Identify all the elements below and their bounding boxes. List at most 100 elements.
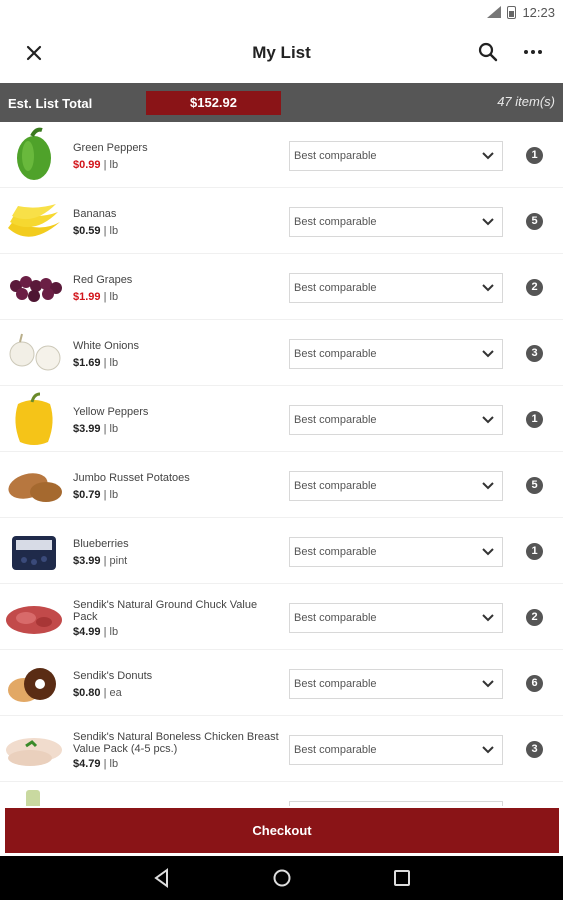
- item-count: 47 item(s): [497, 94, 555, 109]
- chevron-down-icon: [482, 350, 494, 358]
- quantity-badge[interactable]: 3: [526, 345, 543, 362]
- product-name[interactable]: Bananas: [73, 208, 283, 220]
- product-name[interactable]: Sendik's Natural Boneless Chicken Breast…: [73, 731, 283, 755]
- price-unit: | lb: [103, 159, 119, 171]
- product-name[interactable]: Blueberries: [73, 538, 283, 550]
- substitution-select[interactable]: Best comparable: [289, 339, 503, 369]
- substitution-select[interactable]: Best comparable: [289, 537, 503, 567]
- substitution-select[interactable]: Best comparable: [289, 273, 503, 303]
- price-unit: | lb: [103, 225, 119, 237]
- quantity-badge[interactable]: 6: [526, 675, 543, 692]
- price-unit: | lb: [103, 758, 119, 770]
- quantity-badge[interactable]: 1: [526, 147, 543, 164]
- substitution-select[interactable]: Best comparable: [289, 735, 503, 765]
- substitution-select[interactable]: Best comparable: [289, 603, 503, 633]
- list-item[interactable]: Yellow Peppers $3.99 | lb Best comparable 1: [0, 386, 563, 452]
- product-price: $3.99 | lb: [73, 423, 118, 435]
- product-price: $0.80 | ea: [73, 687, 122, 699]
- price-value: $1.69: [73, 357, 101, 369]
- substitution-value: Best comparable: [294, 216, 377, 228]
- list-item[interactable]: Green Peppers $0.99 | lb Best comparable 1: [0, 122, 563, 188]
- substitution-select[interactable]: Best comparable: [289, 141, 503, 171]
- product-image: [8, 473, 62, 502]
- list-item[interactable]: White Onions $1.69 | lb Best comparable 3: [0, 320, 563, 386]
- list-item[interactable]: Red Grapes $1.99 | lb Best comparable 2: [0, 254, 563, 320]
- substitution-value: Best comparable: [294, 480, 377, 492]
- product-image: [6, 606, 62, 634]
- substitution-value: Best comparable: [294, 150, 377, 162]
- quantity-badge[interactable]: 1: [526, 543, 543, 560]
- price-unit: | pint: [103, 555, 128, 567]
- app-bar: My List: [0, 24, 563, 82]
- price-value: $1.99: [73, 291, 101, 303]
- product-price: $4.99 | lb: [73, 626, 118, 638]
- quantity-badge[interactable]: 2: [526, 279, 543, 296]
- product-image: [6, 738, 62, 766]
- substitution-value: Best comparable: [294, 282, 377, 294]
- substitution-select[interactable]: Best comparable: [289, 669, 503, 699]
- substitution-select[interactable]: Best comparable: [289, 207, 503, 237]
- list-item[interactable]: Sendik's Natural Boneless Chicken Breast…: [0, 716, 563, 782]
- list-total-bar: Est. List Total $152.92 47 item(s): [0, 83, 563, 122]
- product-image: [8, 668, 56, 702]
- quantity-badge[interactable]: 1: [526, 411, 543, 428]
- home-icon[interactable]: [271, 867, 293, 889]
- quantity-badge[interactable]: 2: [526, 609, 543, 626]
- status-bar: 12:23: [0, 0, 563, 24]
- quantity-badge[interactable]: 3: [526, 741, 543, 758]
- close-icon[interactable]: [22, 41, 46, 65]
- product-name[interactable]: Sendik's Donuts: [73, 670, 283, 682]
- substitution-value: Best comparable: [294, 678, 377, 690]
- substitution-value: Best comparable: [294, 546, 377, 558]
- price-value: $0.59: [73, 225, 101, 237]
- product-image: [15, 392, 53, 445]
- price-value: $4.79: [73, 758, 101, 770]
- chevron-down-icon: [482, 482, 494, 490]
- product-image: [26, 790, 40, 806]
- substitution-select[interactable]: [289, 801, 503, 806]
- price-unit: | lb: [103, 489, 119, 501]
- checkout-button[interactable]: Checkout: [5, 808, 559, 853]
- quantity-badge[interactable]: 5: [526, 213, 543, 230]
- price-unit: | lb: [103, 291, 119, 303]
- substitution-value: Best comparable: [294, 612, 377, 624]
- price-unit: | ea: [103, 687, 122, 699]
- product-name[interactable]: Sendik's Natural Ground Chuck Value Pack: [73, 599, 283, 623]
- chevron-down-icon: [482, 680, 494, 688]
- shopping-list[interactable]: Green Peppers $0.99 | lb Best comparable 1 B…: [0, 122, 563, 806]
- list-item[interactable]: Jumbo Russet Potatoes $0.79 | lb Best comp…: [0, 452, 563, 518]
- more-options-icon[interactable]: [521, 40, 545, 64]
- product-name[interactable]: White Onions: [73, 340, 283, 352]
- product-price: $4.79 | lb: [73, 758, 118, 770]
- product-image: [9, 333, 61, 371]
- substitution-select[interactable]: Best comparable: [289, 405, 503, 435]
- product-name[interactable]: Yellow Peppers: [73, 406, 283, 418]
- chevron-down-icon: [482, 416, 494, 424]
- status-time: 12:23: [522, 4, 555, 20]
- list-total-amount: $152.92: [146, 91, 281, 115]
- list-item[interactable]: Sendik's Donuts $0.80 | ea Best comparable…: [0, 650, 563, 716]
- quantity-badge[interactable]: 5: [526, 477, 543, 494]
- product-image: [17, 127, 51, 180]
- chevron-down-icon: [482, 284, 494, 292]
- signal-icon: [487, 6, 502, 18]
- product-name[interactable]: Green Peppers: [73, 142, 283, 154]
- list-item-partial: [0, 782, 563, 806]
- back-icon[interactable]: [151, 867, 173, 889]
- product-name[interactable]: Jumbo Russet Potatoes: [73, 472, 283, 484]
- price-value: $0.79: [73, 489, 101, 501]
- battery-icon: [507, 5, 517, 19]
- system-nav-bar: [0, 856, 563, 900]
- list-item[interactable]: Bananas $0.59 | lb Best comparable 5: [0, 188, 563, 254]
- list-item[interactable]: Blueberries $3.99 | pint Best comparable 1: [0, 518, 563, 584]
- product-price: $1.69 | lb: [73, 357, 118, 369]
- search-icon[interactable]: [476, 40, 500, 64]
- substitution-value: Best comparable: [294, 414, 377, 426]
- list-total-label: Est. List Total: [8, 96, 93, 111]
- product-name[interactable]: Red Grapes: [73, 274, 283, 286]
- recents-icon[interactable]: [391, 867, 413, 889]
- product-image: [12, 536, 56, 570]
- substitution-select[interactable]: Best comparable: [289, 471, 503, 501]
- list-item[interactable]: Sendik's Natural Ground Chuck Value Pack…: [0, 584, 563, 650]
- product-image: [10, 276, 62, 302]
